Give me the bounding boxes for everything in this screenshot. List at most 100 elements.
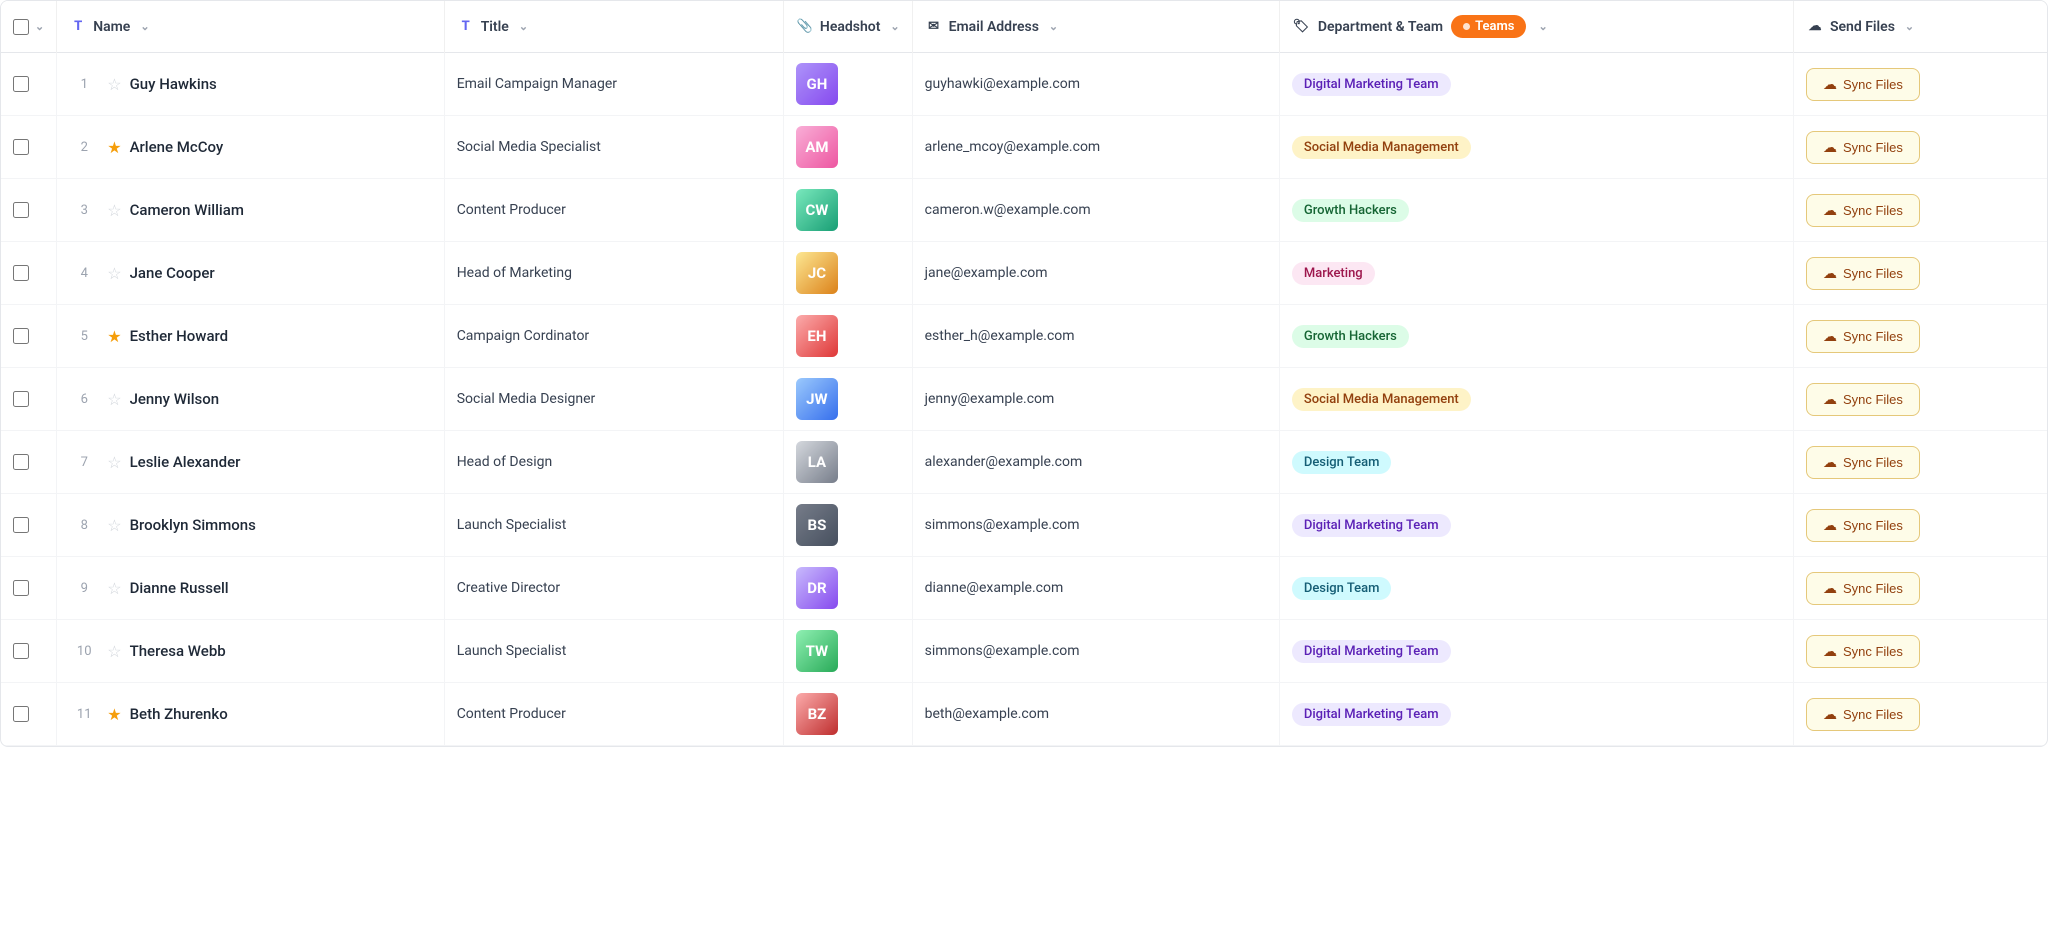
star-icon[interactable]: ☆ xyxy=(107,642,121,661)
row-headshot: LA xyxy=(783,431,912,494)
dept-badge: Digital Marketing Team xyxy=(1292,514,1451,537)
dept-badge: Digital Marketing Team xyxy=(1292,73,1451,96)
row-checkbox[interactable] xyxy=(13,706,29,722)
table-row: 4 ☆ Jane Cooper Head of Marketing JC jan… xyxy=(1,242,2047,305)
row-name: Beth Zhurenko xyxy=(130,705,228,723)
row-sync-cell: ☁ Sync Files xyxy=(1793,431,2047,494)
row-sync-cell: ☁ Sync Files xyxy=(1793,53,2047,116)
row-dept: Digital Marketing Team xyxy=(1279,53,1793,116)
col-header-dept[interactable]: 🏷 Department & Team Teams ⌄ xyxy=(1279,1,1793,53)
sync-files-button[interactable]: ☁ Sync Files xyxy=(1806,698,1920,731)
col-header-headshot[interactable]: 📎 Headshot ⌄ xyxy=(783,1,912,53)
star-icon[interactable]: ☆ xyxy=(107,264,121,283)
dept-badge: Growth Hackers xyxy=(1292,325,1409,348)
row-number: 8 xyxy=(69,518,99,533)
row-headshot: GH xyxy=(783,53,912,116)
row-sync-cell: ☁ Sync Files xyxy=(1793,242,2047,305)
row-email: jenny@example.com xyxy=(912,368,1279,431)
avatar: GH xyxy=(796,63,838,105)
star-icon[interactable]: ☆ xyxy=(107,453,121,472)
row-num-cell: 6 ☆ Jenny Wilson xyxy=(57,368,444,431)
star-icon[interactable]: ☆ xyxy=(107,390,121,409)
star-icon[interactable]: ☆ xyxy=(107,579,121,598)
sync-cloud-icon: ☁ xyxy=(1823,517,1837,534)
col-label-name: Name xyxy=(93,19,130,35)
sync-files-label: Sync Files xyxy=(1843,140,1903,155)
row-num-cell: 1 ☆ Guy Hawkins xyxy=(57,53,444,116)
col-header-title[interactable]: T Title ⌄ xyxy=(444,1,783,53)
col-header-email[interactable]: ✉ Email Address ⌄ xyxy=(912,1,1279,53)
select-all-checkbox[interactable] xyxy=(13,19,29,35)
row-name: Leslie Alexander xyxy=(130,453,241,471)
sync-cloud-icon: ☁ xyxy=(1823,454,1837,471)
sync-files-label: Sync Files xyxy=(1843,329,1903,344)
sync-files-button[interactable]: ☁ Sync Files xyxy=(1806,68,1920,101)
sync-files-label: Sync Files xyxy=(1843,707,1903,722)
row-email: arlene_mcoy@example.com xyxy=(912,116,1279,179)
row-title: Launch Specialist xyxy=(444,494,783,557)
row-email: beth@example.com xyxy=(912,683,1279,746)
row-checkbox[interactable] xyxy=(13,454,29,470)
sync-files-button[interactable]: ☁ Sync Files xyxy=(1806,257,1920,290)
row-checkbox-cell xyxy=(1,557,57,620)
teams-dot-icon xyxy=(1463,23,1470,30)
row-checkbox[interactable] xyxy=(13,265,29,281)
sync-files-button[interactable]: ☁ Sync Files xyxy=(1806,572,1920,605)
sync-files-button[interactable]: ☁ Sync Files xyxy=(1806,383,1920,416)
sync-files-button[interactable]: ☁ Sync Files xyxy=(1806,446,1920,479)
row-name: Dianne Russell xyxy=(130,579,229,597)
sync-files-button[interactable]: ☁ Sync Files xyxy=(1806,131,1920,164)
row-checkbox[interactable] xyxy=(13,328,29,344)
col-header-name[interactable]: T Name ⌄ xyxy=(57,1,444,53)
sync-cloud-icon: ☁ xyxy=(1823,391,1837,408)
star-icon[interactable]: ★ xyxy=(107,705,121,724)
dept-badge: Growth Hackers xyxy=(1292,199,1409,222)
sync-files-button[interactable]: ☁ Sync Files xyxy=(1806,320,1920,353)
row-number: 10 xyxy=(69,644,99,659)
avatar: CW xyxy=(796,189,838,231)
row-email: simmons@example.com xyxy=(912,494,1279,557)
row-name: Brooklyn Simmons xyxy=(130,516,256,534)
row-title: Content Producer xyxy=(444,683,783,746)
table-row: 2 ★ Arlene McCoy Social Media Specialist… xyxy=(1,116,2047,179)
row-checkbox[interactable] xyxy=(13,580,29,596)
dept-badge: Digital Marketing Team xyxy=(1292,703,1451,726)
teams-filter-badge[interactable]: Teams xyxy=(1451,15,1526,38)
row-checkbox[interactable] xyxy=(13,517,29,533)
row-headshot: TW xyxy=(783,620,912,683)
sort-icon-email: ⌄ xyxy=(1049,20,1058,33)
row-dept: Growth Hackers xyxy=(1279,305,1793,368)
star-icon[interactable]: ☆ xyxy=(107,75,121,94)
table-row: 6 ☆ Jenny Wilson Social Media Designer J… xyxy=(1,368,2047,431)
sync-files-label: Sync Files xyxy=(1843,392,1903,407)
avatar: JC xyxy=(796,252,838,294)
star-icon[interactable]: ★ xyxy=(107,327,121,346)
star-icon[interactable]: ☆ xyxy=(107,516,121,535)
sort-icon-send-files: ⌄ xyxy=(1905,20,1914,33)
row-sync-cell: ☁ Sync Files xyxy=(1793,557,2047,620)
sync-files-label: Sync Files xyxy=(1843,266,1903,281)
table-row: 1 ☆ Guy Hawkins Email Campaign Manager G… xyxy=(1,53,2047,116)
row-headshot: AM xyxy=(783,116,912,179)
row-headshot: BS xyxy=(783,494,912,557)
row-headshot: BZ xyxy=(783,683,912,746)
row-checkbox-cell xyxy=(1,116,57,179)
star-icon[interactable]: ☆ xyxy=(107,201,121,220)
sync-files-button[interactable]: ☁ Sync Files xyxy=(1806,194,1920,227)
col-header-send-files[interactable]: ☁ Send Files ⌄ xyxy=(1793,1,2047,53)
row-number: 9 xyxy=(69,581,99,596)
sync-files-button[interactable]: ☁ Sync Files xyxy=(1806,509,1920,542)
row-checkbox[interactable] xyxy=(13,139,29,155)
sync-cloud-icon: ☁ xyxy=(1823,265,1837,282)
row-checkbox[interactable] xyxy=(13,643,29,659)
sync-files-button[interactable]: ☁ Sync Files xyxy=(1806,635,1920,668)
row-name: Esther Howard xyxy=(130,327,229,345)
star-icon[interactable]: ★ xyxy=(107,138,121,157)
dept-badge: Digital Marketing Team xyxy=(1292,640,1451,663)
row-checkbox[interactable] xyxy=(13,391,29,407)
row-checkbox[interactable] xyxy=(13,202,29,218)
sync-cloud-icon: ☁ xyxy=(1823,643,1837,660)
table-row: 3 ☆ Cameron William Content Producer CW … xyxy=(1,179,2047,242)
avatar: BS xyxy=(796,504,838,546)
row-checkbox[interactable] xyxy=(13,76,29,92)
